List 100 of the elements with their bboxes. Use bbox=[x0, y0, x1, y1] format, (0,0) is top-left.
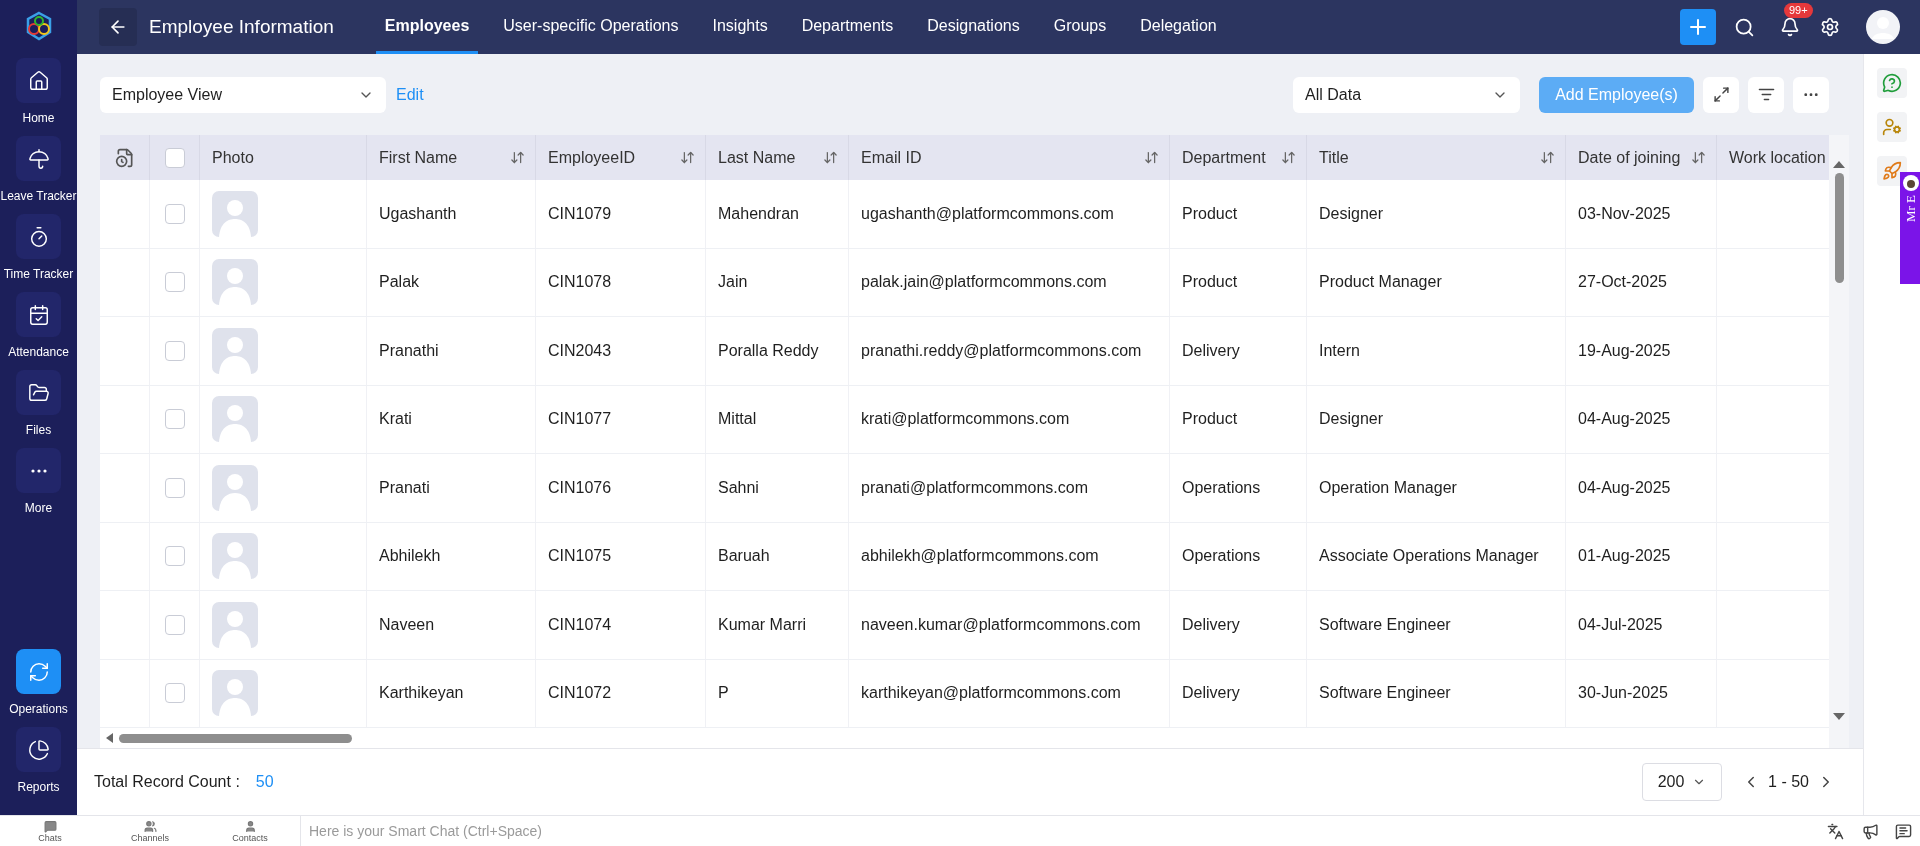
table-cell-text: Product Manager bbox=[1319, 272, 1442, 293]
help-icon[interactable] bbox=[1882, 73, 1902, 93]
sidebar-item[interactable]: Files bbox=[0, 370, 77, 439]
sidebar-item[interactable]: Leave Tracker bbox=[0, 136, 77, 205]
sidebar-item[interactable]: Attendance bbox=[0, 292, 77, 361]
checkbox[interactable] bbox=[164, 683, 185, 704]
table-cell-text: CIN1077 bbox=[548, 409, 612, 430]
filter-button[interactable] bbox=[1748, 76, 1784, 113]
vertical-scrollbar[interactable] bbox=[1829, 135, 1850, 748]
table-cell-text: 04-Jul-2025 bbox=[1578, 614, 1663, 635]
calendar-icon bbox=[27, 303, 50, 326]
nav-tab[interactable]: User-specific Operations bbox=[494, 0, 688, 54]
horizontal-scrollbar[interactable] bbox=[100, 728, 1830, 748]
data-filter-dropdown[interactable]: All Data bbox=[1293, 76, 1520, 113]
nav-tab[interactable]: Departments bbox=[792, 0, 903, 54]
sidebar-label: Time Tracker bbox=[3, 266, 74, 283]
user-settings-icon[interactable] bbox=[1882, 117, 1902, 137]
nav-tab[interactable]: Delegation bbox=[1131, 0, 1226, 54]
sort-icon[interactable] bbox=[1144, 150, 1159, 165]
smart-chat-input[interactable]: Here is your Smart Chat (Ctrl+Space) bbox=[300, 815, 1813, 846]
notification-badge: 99+ bbox=[1784, 3, 1813, 18]
checkbox[interactable] bbox=[164, 477, 185, 498]
sidebar-item[interactable]: Reports bbox=[0, 727, 77, 796]
avatar-placeholder-icon bbox=[212, 601, 258, 648]
sidebar-item[interactable]: Operations bbox=[0, 649, 77, 718]
table-cell-text: ugashanth@platformcommons.com bbox=[861, 203, 1114, 224]
table-cell-text: Designer bbox=[1319, 409, 1384, 430]
checkbox[interactable] bbox=[164, 546, 185, 567]
table-cell-text: Operations bbox=[1182, 477, 1261, 498]
side-tab[interactable]: Mr E bbox=[1900, 172, 1920, 284]
table-cell-text: Pranati bbox=[379, 477, 430, 498]
sidebar-item[interactable]: More bbox=[0, 448, 77, 517]
table-cell-text: Associate Operations Manager bbox=[1319, 546, 1539, 567]
chat-bar-tab[interactable]: Contacts bbox=[200, 816, 300, 846]
column-header[interactable]: Title bbox=[1319, 145, 1349, 170]
back-button[interactable] bbox=[99, 8, 137, 46]
sort-icon[interactable] bbox=[680, 150, 695, 165]
chat-bar-tab[interactable]: Chats bbox=[0, 816, 100, 846]
table-cell-text: Intern bbox=[1319, 340, 1360, 361]
sort-icon[interactable] bbox=[510, 150, 525, 165]
message-icon[interactable] bbox=[1895, 822, 1912, 840]
page-range: 1 - 50 bbox=[1768, 772, 1809, 792]
nav-tab[interactable]: Insights bbox=[703, 0, 777, 54]
column-header[interactable]: Date of joining bbox=[1578, 145, 1681, 170]
notification-bell-icon[interactable] bbox=[1780, 17, 1800, 37]
nav-tab[interactable]: Designations bbox=[918, 0, 1029, 54]
table-cell-text: Naveen bbox=[379, 614, 435, 635]
avatar-placeholder-icon bbox=[212, 464, 258, 511]
column-header[interactable]: First Name bbox=[379, 145, 458, 170]
profile-avatar-icon[interactable] bbox=[1866, 10, 1900, 44]
sort-icon[interactable] bbox=[823, 150, 838, 165]
column-header[interactable]: Work location bbox=[1729, 145, 1826, 170]
sidebar-item[interactable]: Time Tracker bbox=[0, 214, 77, 283]
view-dropdown[interactable]: Employee View bbox=[100, 76, 386, 113]
column-header[interactable]: Department bbox=[1182, 145, 1266, 170]
expand-icon bbox=[1712, 86, 1730, 103]
language-icon[interactable] bbox=[1827, 822, 1844, 840]
table-cell-text: pranathi.reddy@platformcommons.com bbox=[861, 340, 1142, 361]
column-header[interactable]: EmployeeID bbox=[548, 145, 636, 170]
sort-icon[interactable] bbox=[1540, 150, 1555, 165]
search-icon[interactable] bbox=[1734, 16, 1755, 38]
checkbox[interactable] bbox=[164, 272, 185, 293]
column-header[interactable]: Email ID bbox=[861, 145, 922, 170]
column-header[interactable]: Photo bbox=[212, 145, 254, 170]
avatar-placeholder-icon bbox=[212, 327, 258, 374]
megaphone-icon[interactable] bbox=[1862, 822, 1879, 840]
table-cell-text: 04-Aug-2025 bbox=[1578, 477, 1671, 498]
chat-bar-tab[interactable]: Channels bbox=[100, 816, 200, 846]
more-icon bbox=[30, 468, 47, 473]
document-clock-icon[interactable] bbox=[114, 147, 135, 168]
table-cell-text: Palak bbox=[379, 272, 420, 293]
folder-icon bbox=[27, 381, 50, 404]
sidebar-label: Reports bbox=[17, 779, 60, 796]
table-cell-text: abhilekh@platformcommons.com bbox=[861, 546, 1099, 567]
table-cell-text: CIN1075 bbox=[548, 546, 612, 567]
table-cell-text: Abhilekh bbox=[379, 546, 441, 567]
nav-tab[interactable]: Employees bbox=[375, 0, 479, 54]
checkbox[interactable] bbox=[164, 147, 185, 168]
sidebar-label: Files bbox=[25, 422, 52, 439]
settings-icon[interactable] bbox=[1820, 17, 1840, 37]
table-cell-text: Operations bbox=[1182, 546, 1261, 567]
expand-button[interactable] bbox=[1703, 76, 1739, 113]
table-cell-text: Jain bbox=[718, 272, 748, 293]
table-cell-text: Software Engineer bbox=[1319, 683, 1451, 704]
checkbox[interactable] bbox=[164, 614, 185, 635]
nav-tab[interactable]: Groups bbox=[1044, 0, 1116, 54]
column-header[interactable]: Last Name bbox=[718, 145, 796, 170]
sort-icon[interactable] bbox=[1281, 150, 1296, 165]
sort-icon[interactable] bbox=[1691, 150, 1706, 165]
avatar-placeholder-icon bbox=[212, 670, 258, 717]
table-cell-text: Product bbox=[1182, 409, 1238, 430]
rocket-icon[interactable] bbox=[1882, 161, 1902, 181]
checkbox[interactable] bbox=[164, 409, 185, 430]
record-count: 50 bbox=[255, 772, 274, 792]
checkbox[interactable] bbox=[164, 340, 185, 361]
page-size-dropdown[interactable]: 200 bbox=[1642, 763, 1723, 801]
add-button[interactable] bbox=[1680, 9, 1716, 45]
sidebar-item[interactable]: Home bbox=[0, 58, 77, 127]
checkbox[interactable] bbox=[164, 203, 185, 224]
table-cell-text: Kumar Marri bbox=[718, 614, 806, 635]
